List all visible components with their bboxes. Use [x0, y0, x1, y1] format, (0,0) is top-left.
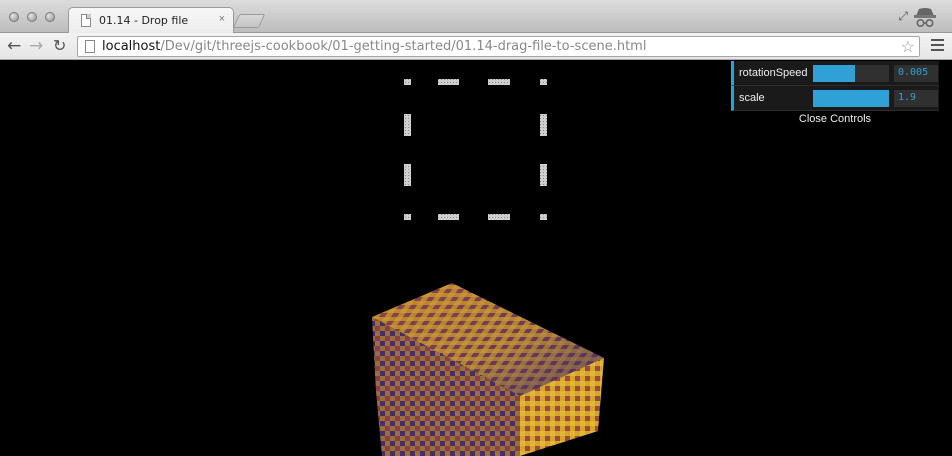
incognito-icon[interactable] [912, 4, 938, 30]
controls-panel: rotationSpeed 0.005 scale 1.9 Close Cont… [731, 61, 939, 127]
title-bar: 01.14 - Drop file × ⤢ [0, 0, 952, 34]
browser-toolbar: ← → ↻ localhost/Dev/git/threejs-cookbook… [0, 33, 952, 60]
star-icon[interactable]: ☆ [901, 37, 915, 57]
rotation-speed-slider[interactable] [813, 65, 889, 82]
url-host: localhost [102, 39, 161, 54]
new-tab-button[interactable] [232, 14, 266, 28]
scale-input[interactable]: 1.9 [894, 90, 938, 107]
textured-cube [372, 283, 604, 456]
control-scale: scale 1.9 [731, 86, 939, 111]
scale-slider[interactable] [813, 90, 889, 107]
back-button[interactable]: ← [7, 36, 21, 56]
forward-button[interactable]: → [29, 36, 43, 56]
page-icon [81, 14, 91, 27]
rotation-speed-input[interactable]: 0.005 [894, 65, 938, 82]
drop-zone-box [404, 79, 547, 220]
control-label: rotationSpeed [739, 67, 808, 79]
fullscreen-icon[interactable]: ⤢ [898, 9, 908, 24]
tab-close-icon[interactable]: × [219, 13, 225, 25]
zoom-window-button[interactable] [45, 12, 55, 22]
address-bar[interactable]: localhost/Dev/git/threejs-cookbook/01-ge… [77, 36, 920, 57]
control-label: scale [739, 92, 765, 104]
minimize-window-button[interactable] [27, 12, 37, 22]
close-controls-button[interactable]: Close Controls [731, 111, 939, 127]
close-window-button[interactable] [9, 12, 19, 22]
page-icon [85, 40, 95, 53]
slider-fill [813, 65, 855, 82]
slider-fill [813, 90, 889, 107]
tab-title: 01.14 - Drop file [99, 14, 189, 27]
control-rotation-speed: rotationSpeed 0.005 [731, 61, 939, 86]
reload-button[interactable]: ↻ [53, 36, 66, 56]
url-path: /Dev/git/threejs-cookbook/01-getting-sta… [160, 39, 647, 54]
tab-drop-file[interactable]: 01.14 - Drop file × [68, 7, 234, 34]
url-text[interactable]: localhost/Dev/git/threejs-cookbook/01-ge… [102, 39, 646, 54]
hamburger-menu-icon[interactable] [931, 39, 944, 54]
